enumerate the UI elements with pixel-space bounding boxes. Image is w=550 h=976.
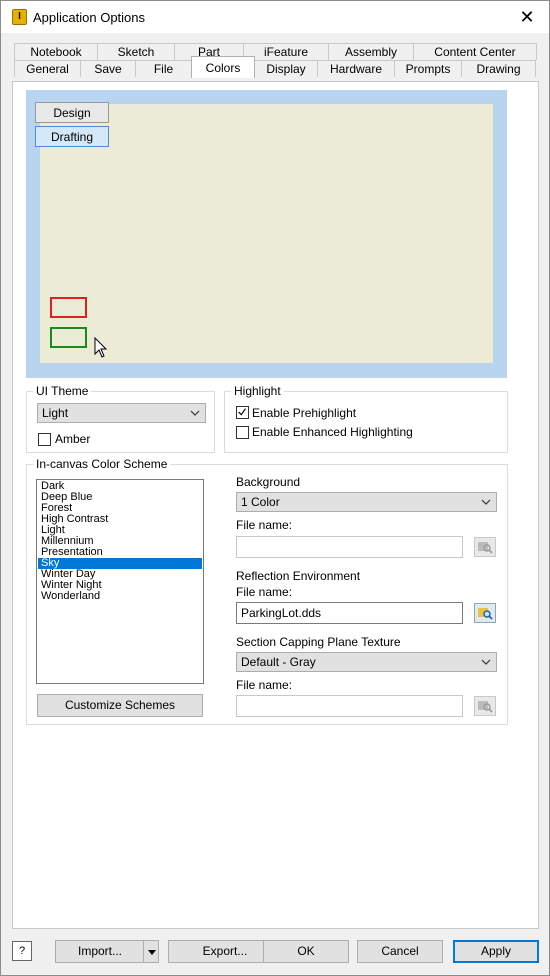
apply-button[interactable]: Apply bbox=[453, 940, 539, 963]
section-capping-browse-button[interactable] bbox=[474, 696, 496, 716]
color-scheme-list[interactable]: Dark Deep Blue Forest High Contrast Ligh… bbox=[36, 479, 204, 684]
ui-theme-value: Light bbox=[42, 406, 69, 420]
tab-assembly[interactable]: Assembly bbox=[328, 43, 414, 60]
tab-notebook[interactable]: Notebook bbox=[14, 43, 98, 60]
reflection-file-label: File name: bbox=[236, 585, 293, 599]
preview-design-button[interactable]: Design bbox=[35, 102, 109, 123]
section-capping-select[interactable]: Default - Gray bbox=[236, 652, 497, 672]
background-browse-button[interactable] bbox=[474, 537, 496, 557]
tab-colors[interactable]: Colors bbox=[191, 56, 255, 78]
chevron-down-icon bbox=[190, 410, 200, 416]
background-file-label: File name: bbox=[236, 518, 293, 532]
checkmark-icon bbox=[238, 408, 246, 416]
tab-display[interactable]: Display bbox=[254, 60, 318, 77]
tab-file[interactable]: File bbox=[135, 60, 192, 77]
customize-schemes-button[interactable]: Customize Schemes bbox=[37, 694, 203, 717]
chevron-down-icon bbox=[481, 499, 491, 505]
tab-prompts[interactable]: Prompts bbox=[394, 60, 462, 77]
tab-sketch[interactable]: Sketch bbox=[97, 43, 175, 60]
tab-drawing[interactable]: Drawing bbox=[461, 60, 536, 77]
tab-row-back: Notebook Sketch Part iFeature Assembly C… bbox=[14, 43, 537, 60]
amber-checkbox[interactable] bbox=[38, 433, 51, 446]
dropdown-arrow-icon[interactable] bbox=[147, 947, 157, 957]
application-options-dialog: I Application Options ✕ Notebook Sketch … bbox=[0, 0, 550, 976]
section-capping-label: Section Capping Plane Texture bbox=[236, 635, 401, 649]
tab-ifeature[interactable]: iFeature bbox=[243, 43, 329, 60]
browse-magnifier-icon bbox=[478, 542, 493, 554]
background-select[interactable]: 1 Color bbox=[236, 492, 497, 512]
list-item-wonderland[interactable]: Wonderland bbox=[38, 591, 202, 602]
reflection-file-field[interactable]: ParkingLot.dds bbox=[236, 602, 463, 624]
preview-selection-rect-green bbox=[50, 327, 87, 348]
ui-theme-select[interactable]: Light bbox=[37, 403, 206, 423]
highlight-group-label: Highlight bbox=[231, 384, 284, 398]
browse-magnifier-icon bbox=[478, 608, 493, 620]
highlight-group: Highlight bbox=[224, 384, 508, 453]
tab-general[interactable]: General bbox=[14, 60, 81, 77]
ui-theme-group-label: UI Theme bbox=[33, 384, 92, 398]
import-button[interactable]: Import... bbox=[55, 940, 159, 963]
tab-hardware[interactable]: Hardware bbox=[317, 60, 395, 77]
cancel-button[interactable]: Cancel bbox=[357, 940, 443, 963]
mouse-pointer-icon bbox=[94, 337, 108, 358]
section-capping-file-label: File name: bbox=[236, 678, 293, 692]
section-capping-file-field[interactable] bbox=[236, 695, 463, 717]
background-value: 1 Color bbox=[241, 495, 280, 509]
title-bar: I Application Options ✕ bbox=[1, 1, 549, 33]
inventor-app-icon: I bbox=[12, 9, 27, 25]
chevron-down-icon bbox=[481, 659, 491, 665]
tab-save[interactable]: Save bbox=[80, 60, 136, 77]
background-file-field[interactable] bbox=[236, 536, 463, 558]
options-tabs: Notebook Sketch Part iFeature Assembly C… bbox=[12, 42, 539, 82]
preview-highlight-rect-red bbox=[50, 297, 87, 318]
reflection-browse-button[interactable] bbox=[474, 603, 496, 623]
prehighlight-checkbox[interactable] bbox=[236, 406, 249, 419]
section-capping-value: Default - Gray bbox=[241, 655, 316, 669]
prehighlight-label: Enable Prehighlight bbox=[252, 406, 357, 420]
list-item-presentation[interactable]: Presentation bbox=[38, 547, 202, 558]
tab-content-center[interactable]: Content Center bbox=[413, 43, 537, 60]
window-title: Application Options bbox=[33, 10, 146, 25]
import-button-label: Import... bbox=[78, 944, 123, 958]
amber-label: Amber bbox=[55, 432, 91, 446]
enhanced-highlighting-label: Enable Enhanced Highlighting bbox=[252, 425, 413, 439]
color-scheme-group-label: In-canvas Color Scheme bbox=[33, 457, 171, 471]
reflection-label: Reflection Environment bbox=[236, 569, 361, 583]
ok-button[interactable]: OK bbox=[263, 940, 349, 963]
close-icon[interactable]: ✕ bbox=[505, 1, 549, 33]
help-icon[interactable]: ? bbox=[12, 941, 32, 961]
background-label: Background bbox=[236, 475, 301, 489]
tab-row-front: General Save File Colors Display Hardwar… bbox=[14, 56, 536, 78]
browse-magnifier-icon bbox=[478, 701, 493, 713]
import-split-divider bbox=[143, 941, 144, 962]
preview-drafting-button[interactable]: Drafting bbox=[35, 126, 109, 147]
enhanced-highlighting-checkbox[interactable] bbox=[236, 426, 249, 439]
